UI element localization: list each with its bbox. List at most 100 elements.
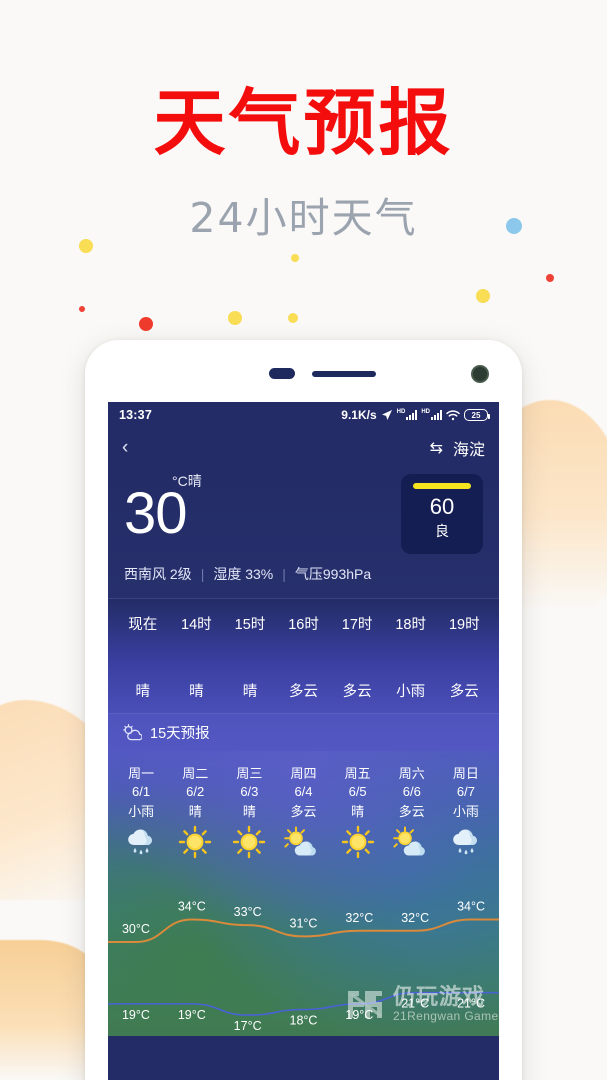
aqi-level-bar: [413, 483, 471, 489]
promo-headline: 天气预报 24小时天气: [0, 85, 607, 244]
hourly-time-row: 现在 14时 15时 16时 17时 18时 19时: [108, 613, 499, 634]
forecast-day-5[interactable]: 周六 6/6 多云: [385, 763, 439, 859]
hourly-condition-4: 多云: [342, 684, 372, 700]
wind-label: 西南风 2级: [124, 566, 192, 582]
forecast-weekday-1: 周二: [182, 766, 209, 781]
forecast-weekday-0: 周一: [128, 766, 155, 781]
rain-icon: [439, 825, 493, 859]
hourly-condition-0: 晴: [135, 684, 151, 700]
network-speed-label: 9.1K/s: [341, 408, 377, 422]
decor-dot-9: [228, 311, 242, 325]
forecast-section-header[interactable]: 15天预报: [108, 713, 499, 751]
aqi-value: 60: [429, 494, 455, 519]
hourly-condition-3: 多云: [289, 684, 319, 700]
temp-label-0-4: 32°C: [345, 911, 373, 925]
sun-icon: [222, 825, 276, 859]
chevron-left-icon[interactable]: ‹: [122, 437, 128, 459]
watermark-logo-icon: [347, 991, 382, 1018]
hd-label-2: HD: [421, 409, 430, 415]
sun-behind-cloud-icon: [122, 724, 142, 741]
sun-cloud-icon: [385, 825, 439, 859]
watermark-texts: 仍玩游戏 21Rengwan Games: [393, 984, 499, 1023]
forecast-weekday-4: 周五: [344, 766, 371, 781]
decor-dot-5: [139, 317, 153, 331]
wifi-icon: [446, 409, 460, 421]
temp-label-0-0: 30°C: [122, 922, 150, 936]
decor-dot-3: [476, 289, 490, 303]
hourly-condition-5: 小雨: [396, 684, 426, 700]
forecast-day-1[interactable]: 周二 6/2 晴: [168, 763, 222, 859]
forecast-date-6: 6/7: [456, 784, 475, 799]
daily-forecast-panel[interactable]: 周一 6/1 小雨 周二 6/2 晴 周三 6/3 晴 周四 6/4 多云 周五…: [108, 751, 499, 1036]
forecast-day-4[interactable]: 周五 6/5 晴: [331, 763, 385, 859]
forecast-condition-5: 多云: [398, 804, 425, 819]
battery-indicator: 25: [464, 409, 490, 421]
hourly-time-2: 15时: [234, 617, 266, 633]
pressure-label: 气压993hPa: [294, 566, 372, 582]
sun-icon: [168, 825, 222, 859]
watermark-cn: 仍玩游戏: [392, 984, 485, 1010]
forecast-section-title: 15天预报: [150, 726, 210, 742]
forecast-day-2[interactable]: 周三 6/3 晴: [222, 763, 276, 859]
battery-level-label: 25: [471, 410, 481, 420]
watermark: 仍玩游戏 21Rengwan Games: [343, 982, 499, 1026]
aqi-card[interactable]: 60 良: [401, 474, 483, 554]
temp-label-0-3: 31°C: [290, 916, 318, 930]
forecast-date-1: 6/2: [186, 784, 205, 799]
navigation-arrow-icon: [381, 409, 393, 421]
decor-dot-4: [79, 306, 85, 312]
forecast-weekday-2: 周三: [236, 766, 263, 781]
forecast-weekday-6: 周日: [452, 766, 479, 781]
hourly-condition-2: 晴: [242, 684, 258, 700]
nav-right-group: ⇆ 海淀: [430, 436, 485, 460]
humidity-label: 湿度 33%: [213, 566, 274, 582]
status-icons: 9.1K/s HD HD 25: [341, 408, 490, 422]
forecast-day-3[interactable]: 周四 6/4 多云: [276, 763, 330, 859]
signal-1-icon: HD: [396, 409, 418, 420]
city-label[interactable]: 海淀: [453, 436, 485, 460]
meta-separator-2: |: [282, 566, 286, 582]
aqi-level-label: 良: [435, 523, 449, 539]
status-time: 13:37: [119, 408, 152, 422]
hourly-forecast-panel[interactable]: 现在 14时 15时 16时 17时 18时 19时 晴 晴 晴 多云 多云 小雨 多云: [108, 598, 499, 713]
forecast-date-0: 6/1: [132, 784, 151, 799]
sun-icon: [331, 825, 385, 859]
meta-separator-1: |: [200, 566, 205, 582]
phone-screen: 13:37 9.1K/s HD HD 25 ‹ ⇆ 海淀 °C晴 30 60 良…: [108, 402, 499, 1080]
current-weather-panel: °C晴 30 60 良 西南风 2级 | 湿度 33% | 气压993hPa: [108, 468, 499, 598]
forecast-day-0[interactable]: 周一 6/1 小雨: [114, 763, 168, 859]
temp-label-0-1: 34°C: [178, 900, 206, 914]
forecast-day-6[interactable]: 周日 6/7 小雨: [439, 763, 493, 859]
proximity-sensor-icon: [268, 368, 295, 379]
hourly-condition-row: 晴 晴 晴 多云 多云 小雨 多云: [108, 680, 499, 701]
temp-label-1-2: 17°C: [234, 1019, 262, 1033]
current-temp-row: 30 60 良: [124, 474, 483, 554]
hourly-condition-1: 晴: [189, 684, 204, 700]
hourly-time-6: 19时: [448, 617, 480, 633]
temp-label-1-0: 19°C: [122, 1008, 150, 1022]
temp-label-0-6: 34°C: [457, 900, 485, 914]
temp-label-0-2: 33°C: [234, 905, 262, 919]
forecast-condition-4: 晴: [351, 804, 365, 819]
forecast-date-4: 6/5: [348, 784, 367, 799]
forecast-weekday-5: 周六: [398, 766, 425, 781]
earpiece-speaker-icon: [312, 371, 377, 377]
forecast-condition-6: 小雨: [452, 804, 479, 819]
decor-dot-6: [288, 313, 298, 323]
watermark-en: 21Rengwan Games: [392, 1008, 499, 1023]
hourly-time-1: 14时: [181, 617, 212, 633]
forecast-date-3: 6/4: [294, 784, 313, 799]
rain-icon: [114, 825, 168, 859]
temp-label-0-5: 32°C: [401, 911, 429, 925]
status-bar: 13:37 9.1K/s HD HD 25: [108, 402, 499, 428]
temp-label-1-3: 18°C: [290, 1014, 318, 1028]
hourly-time-0: 现在: [128, 617, 158, 633]
signal-2-icon: HD: [421, 409, 442, 420]
swap-horizontal-icon[interactable]: ⇆: [430, 438, 443, 458]
decor-dot-2: [546, 274, 554, 282]
forecast-weekday-3: 周四: [290, 766, 317, 781]
hourly-time-3: 16时: [288, 617, 319, 633]
hd-label-1: HD: [396, 409, 406, 415]
forecast-condition-3: 多云: [290, 804, 317, 819]
forecast-date-5: 6/6: [402, 784, 421, 799]
